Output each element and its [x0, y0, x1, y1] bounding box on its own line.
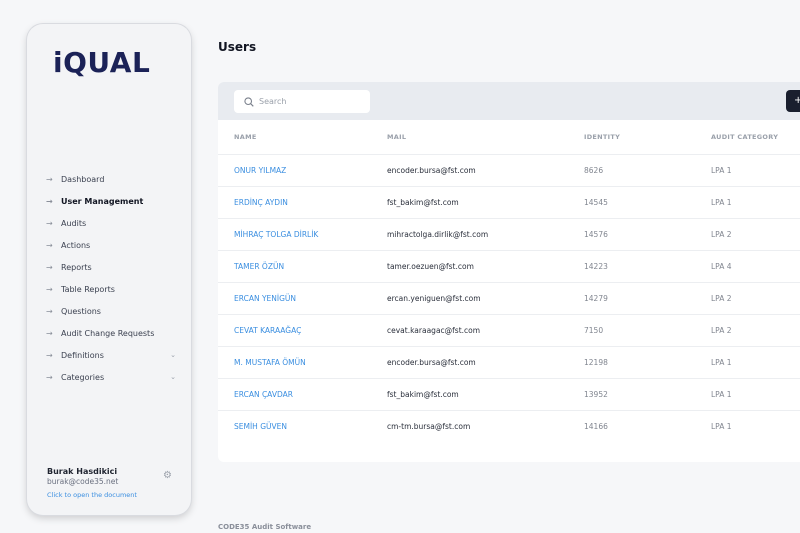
- user-audit-category-cell: LPA 1: [711, 378, 800, 411]
- sidebar-item-label: User Management: [61, 196, 144, 206]
- user-email: burak@code35.net: [47, 477, 119, 486]
- user-identity-cell: 14576: [584, 218, 711, 251]
- user-mail-cell: cm-tm.bursa@fst.com: [387, 421, 471, 431]
- sidebar-item-label: Dashboard: [61, 174, 105, 184]
- user-mail-cell: tamer.oezuen@fst.com: [387, 250, 584, 283]
- chevron-down-icon[interactable]: ⌄: [170, 373, 176, 381]
- user-name-cell[interactable]: SEMİH GÜVEN: [218, 410, 387, 442]
- table-toolbar: +: [218, 82, 800, 120]
- user-mail-cell: ercan.yeniguen@fst.com: [387, 282, 584, 315]
- user-name-cell[interactable]: ERCAN ÇAVDAR: [218, 378, 387, 411]
- arrow-right-icon: →: [46, 328, 53, 338]
- sidebar-item-audits[interactable]: → Audits: [46, 212, 176, 234]
- user-name-cell[interactable]: MİHRAÇ TOLGA DİRLİK: [218, 218, 387, 251]
- table-row[interactable]: CEVAT KARAAĞAÇ cevat.karaagac@fst.com 7150…: [218, 314, 800, 347]
- user-name-cell[interactable]: ERCAN YENİGÜN: [218, 282, 387, 315]
- page-title: Users: [218, 40, 257, 54]
- sidebar-item-label: Audits: [61, 218, 87, 228]
- sidebar-item-label: Reports: [61, 262, 92, 272]
- arrow-right-icon: →: [46, 218, 53, 228]
- user-identity-cell: 7150: [584, 314, 711, 347]
- sidebar-item-definitions[interactable]: → Definitions ⌄: [46, 344, 176, 366]
- user-identity-cell: 8626: [584, 154, 711, 187]
- user-name-cell[interactable]: CEVAT KARAAĞAÇ: [218, 314, 387, 347]
- user-identity-cell: 14279: [584, 282, 711, 315]
- table-row[interactable]: SEMİH GÜVEN cm-tm.bursa@fst.com 14166 LPA 1: [218, 410, 800, 442]
- table-row[interactable]: ERCAN YENİGÜN ercan.yeniguen@fst.com 14279…: [218, 282, 800, 315]
- table-header-row: NAME MAIL IDENTITY AUDIT CATEGORY: [218, 120, 800, 155]
- sidebar-item-label: Audit Change Requests: [61, 328, 155, 338]
- user-mail-cell: fst_bakim@fst.com: [387, 378, 584, 411]
- sidebar-item-reports[interactable]: → Reports: [46, 256, 176, 278]
- column-header-name[interactable]: NAME: [218, 120, 387, 155]
- footer-text: CODE35 Audit Software: [218, 523, 312, 531]
- chevron-down-icon[interactable]: ⌄: [170, 351, 176, 359]
- search-icon: [244, 96, 254, 107]
- table-row[interactable]: ERCAN ÇAVDAR fst_bakim@fst.com 13952 LPA 1: [218, 378, 800, 411]
- user-identity-cell: 12198: [584, 346, 711, 379]
- sidebar-item-dashboard[interactable]: → Dashboard: [46, 168, 176, 190]
- sidebar-item-questions[interactable]: → Questions: [46, 300, 176, 322]
- user-audit-category-cell: LPA 4: [711, 250, 800, 283]
- add-user-button[interactable]: +: [786, 90, 800, 112]
- users-table: NAME MAIL IDENTITY AUDIT CATEGORY ONUR Y…: [218, 120, 800, 442]
- gear-icon[interactable]: ⚙: [163, 471, 173, 481]
- arrow-right-icon: →: [46, 372, 53, 382]
- user-audit-category-cell: LPA 2: [711, 218, 800, 251]
- user-audit-category-cell: LPA 1: [711, 421, 732, 431]
- search-box[interactable]: [234, 90, 370, 113]
- sidebar-item-label: Categories: [61, 372, 105, 382]
- user-audit-category-cell: LPA 1: [711, 346, 800, 379]
- users-card: + NAME MAIL IDENTITY AUDIT CATEGORY ONUR…: [218, 82, 800, 462]
- user-name: Burak Hasdikici: [47, 467, 118, 476]
- user-audit-category-cell: LPA 1: [711, 186, 800, 219]
- user-name-cell[interactable]: TAMER ÖZÜN: [218, 250, 387, 283]
- sidebar-item-user-management[interactable]: → User Management: [46, 190, 176, 212]
- arrow-right-icon: →: [46, 306, 53, 316]
- arrow-right-icon: →: [46, 174, 53, 184]
- arrow-right-icon: →: [46, 196, 53, 206]
- sidebar-item-actions[interactable]: → Actions: [46, 234, 176, 256]
- user-identity-cell: 14223: [584, 250, 711, 283]
- user-identity-cell: 13952: [584, 378, 711, 411]
- user-audit-category-cell: LPA 2: [711, 282, 800, 315]
- sidebar-item-label: Questions: [61, 306, 101, 316]
- user-name-cell[interactable]: M. MUSTAFA ÖMÜN: [218, 346, 387, 379]
- column-header-mail[interactable]: MAIL: [387, 120, 584, 155]
- sidebar-item-label: Actions: [61, 240, 91, 250]
- user-name-cell[interactable]: ONUR YILMAZ: [218, 154, 387, 187]
- table-row[interactable]: TAMER ÖZÜN tamer.oezuen@fst.com 14223 LPA 4: [218, 250, 800, 283]
- sidebar: iQUAL → Dashboard → User Management → Audits →…: [27, 24, 191, 515]
- sidebar-item-label: Table Reports: [61, 284, 115, 294]
- table-row[interactable]: M. MUSTAFA ÖMÜN encoder.bursa@fst.com 1219…: [218, 346, 800, 379]
- sidebar-item-categories[interactable]: → Categories ⌄: [46, 366, 176, 388]
- table-row[interactable]: MİHRAÇ TOLGA DİRLİK mihractolga.dirlik@fs…: [218, 218, 800, 251]
- user-audit-category-cell: LPA 2: [711, 314, 800, 347]
- column-header-audit-category[interactable]: AUDIT CATEGORY: [711, 120, 800, 155]
- column-header-identity[interactable]: IDENTITY: [584, 120, 711, 155]
- arrow-right-icon: →: [46, 284, 53, 294]
- arrow-right-icon: →: [46, 240, 53, 250]
- user-name-cell[interactable]: ERDİNÇ AYDIN: [218, 186, 387, 219]
- arrow-right-icon: →: [46, 262, 53, 272]
- user-identity-cell: 14545: [584, 186, 711, 219]
- arrow-right-icon: →: [46, 350, 53, 360]
- table-row[interactable]: ERDİNÇ AYDIN fst_bakim@fst.com 14545 LPA 1: [218, 186, 800, 219]
- open-document-link[interactable]: Click to open the document: [47, 491, 137, 499]
- sidebar-item-audit-change-requests[interactable]: → Audit Change Requests: [46, 322, 176, 344]
- user-audit-category-cell: LPA 1: [711, 154, 800, 187]
- sidebar-item-label: Definitions: [61, 350, 104, 360]
- user-mail-cell: encoder.bursa@fst.com: [387, 346, 584, 379]
- user-identity-cell: 14166: [584, 421, 608, 431]
- table-row[interactable]: ONUR YILMAZ encoder.bursa@fst.com 8626 LPA …: [218, 154, 800, 187]
- app-logo[interactable]: iQUAL: [53, 46, 150, 79]
- user-mail-cell: mihractolga.dirlik@fst.com: [387, 218, 584, 251]
- sidebar-nav: → Dashboard → User Management → Audits → Action…: [46, 168, 176, 388]
- sidebar-item-table-reports[interactable]: → Table Reports: [46, 278, 176, 300]
- user-mail-cell: fst_bakim@fst.com: [387, 186, 584, 219]
- search-input[interactable]: [259, 97, 359, 106]
- user-mail-cell: encoder.bursa@fst.com: [387, 154, 584, 187]
- user-mail-cell: cevat.karaagac@fst.com: [387, 314, 584, 347]
